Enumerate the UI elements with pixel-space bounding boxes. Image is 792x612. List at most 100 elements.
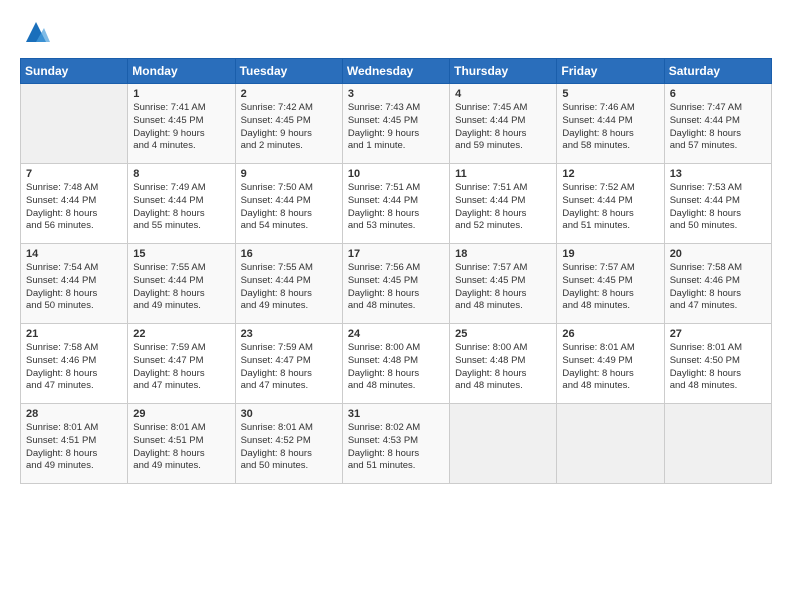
day-number: 17 (348, 248, 444, 260)
calendar-cell: 3 Sunrise: 7:43 AMSunset: 4:45 PMDaylight… (342, 84, 449, 164)
day-number: 22 (133, 328, 229, 340)
day-info: Sunrise: 7:56 AMSunset: 4:45 PMDaylight:… (348, 262, 444, 313)
day-number: 3 (348, 88, 444, 100)
calendar-cell: 1Sunrise: 7:41 AMSunset: 4:45 PMDaylight… (128, 84, 235, 164)
calendar-week-3: 14 Sunrise: 7:54 AMSunset: 4:44 PMDayligh… (21, 244, 772, 324)
day-info: Sunrise: 7:54 AMSunset: 4:44 PMDaylight:… (26, 262, 122, 313)
calendar-week-1: 1Sunrise: 7:41 AMSunset: 4:45 PMDaylight… (21, 84, 772, 164)
day-info: Sunrise: 8:01 AMSunset: 4:52 PMDaylight:… (241, 422, 337, 473)
col-header-thursday: Thursday (450, 59, 557, 84)
calendar-cell: 12 Sunrise: 7:52 AMSunset: 4:44 PMDayligh… (557, 164, 664, 244)
logo (20, 18, 50, 48)
col-header-friday: Friday (557, 59, 664, 84)
day-number: 15 (133, 248, 229, 260)
calendar-cell (664, 404, 771, 484)
day-info: Sunrise: 7:45 AMSunset: 4:44 PMDaylight:… (455, 102, 551, 153)
day-info: Sunrise: 8:01 AMSunset: 4:50 PMDaylight:… (670, 342, 766, 393)
calendar-cell: 6Sunrise: 7:47 AMSunset: 4:44 PMDaylight… (664, 84, 771, 164)
col-header-wednesday: Wednesday (342, 59, 449, 84)
day-info: Sunrise: 8:01 AMSunset: 4:49 PMDaylight:… (562, 342, 658, 393)
calendar-cell: 7 Sunrise: 7:48 AMSunset: 4:44 PMDaylight… (21, 164, 128, 244)
day-info: Sunrise: 7:49 AMSunset: 4:44 PMDaylight:… (133, 182, 229, 233)
calendar-cell: 9 Sunrise: 7:50 AMSunset: 4:44 PMDaylight… (235, 164, 342, 244)
day-number: 23 (241, 328, 337, 340)
day-number: 21 (26, 328, 122, 340)
day-number: 26 (562, 328, 658, 340)
day-info: Sunrise: 7:50 AMSunset: 4:44 PMDaylight:… (241, 182, 337, 233)
day-info: Sunrise: 7:53 AMSunset: 4:44 PMDaylight:… (670, 182, 766, 233)
calendar-cell: 10 Sunrise: 7:51 AMSunset: 4:44 PMDayligh… (342, 164, 449, 244)
day-number: 20 (670, 248, 766, 260)
day-info: Sunrise: 8:01 AMSunset: 4:51 PMDaylight:… (26, 422, 122, 473)
calendar-cell: 28 Sunrise: 8:01 AMSunset: 4:51 PMDayligh… (21, 404, 128, 484)
day-number: 16 (241, 248, 337, 260)
day-info: Sunrise: 7:58 AMSunset: 4:46 PMDaylight:… (26, 342, 122, 393)
page-header (20, 18, 772, 48)
day-number: 1 (133, 88, 229, 100)
day-number: 30 (241, 408, 337, 420)
col-header-tuesday: Tuesday (235, 59, 342, 84)
col-header-monday: Monday (128, 59, 235, 84)
day-number: 7 (26, 168, 122, 180)
day-number: 24 (348, 328, 444, 340)
calendar-week-4: 21 Sunrise: 7:58 AMSunset: 4:46 PMDayligh… (21, 324, 772, 404)
calendar-cell: 13Sunrise: 7:53 AMSunset: 4:44 PMDayligh… (664, 164, 771, 244)
day-number: 12 (562, 168, 658, 180)
calendar-cell: 8Sunrise: 7:49 AMSunset: 4:44 PMDaylight… (128, 164, 235, 244)
calendar-cell: 30 Sunrise: 8:01 AMSunset: 4:52 PMDayligh… (235, 404, 342, 484)
calendar-cell (21, 84, 128, 164)
calendar-header-row: SundayMondayTuesdayWednesdayThursdayFrid… (21, 59, 772, 84)
col-header-sunday: Sunday (21, 59, 128, 84)
day-number: 28 (26, 408, 122, 420)
day-info: Sunrise: 7:51 AMSunset: 4:44 PMDaylight:… (348, 182, 444, 233)
calendar-week-2: 7 Sunrise: 7:48 AMSunset: 4:44 PMDaylight… (21, 164, 772, 244)
day-info: Sunrise: 7:43 AMSunset: 4:45 PMDaylight:… (348, 102, 444, 153)
calendar-cell: 25 Sunrise: 8:00 AMSunset: 4:48 PMDayligh… (450, 324, 557, 404)
calendar-cell: 26 Sunrise: 8:01 AMSunset: 4:49 PMDayligh… (557, 324, 664, 404)
day-info: Sunrise: 8:01 AMSunset: 4:51 PMDaylight:… (133, 422, 229, 473)
day-info: Sunrise: 7:42 AMSunset: 4:45 PMDaylight:… (241, 102, 337, 153)
day-number: 4 (455, 88, 551, 100)
calendar-cell (450, 404, 557, 484)
calendar-cell: 18Sunrise: 7:57 AMSunset: 4:45 PMDayligh… (450, 244, 557, 324)
calendar-page: SundayMondayTuesdayWednesdayThursdayFrid… (0, 0, 792, 612)
calendar-table: SundayMondayTuesdayWednesdayThursdayFrid… (20, 58, 772, 484)
calendar-cell: 14 Sunrise: 7:54 AMSunset: 4:44 PMDayligh… (21, 244, 128, 324)
calendar-cell: 27 Sunrise: 8:01 AMSunset: 4:50 PMDayligh… (664, 324, 771, 404)
calendar-cell: 4 Sunrise: 7:45 AMSunset: 4:44 PMDaylight… (450, 84, 557, 164)
calendar-cell: 11Sunrise: 7:51 AMSunset: 4:44 PMDayligh… (450, 164, 557, 244)
day-number: 14 (26, 248, 122, 260)
day-info: Sunrise: 7:51 AMSunset: 4:44 PMDaylight:… (455, 182, 551, 233)
day-number: 10 (348, 168, 444, 180)
calendar-week-5: 28 Sunrise: 8:01 AMSunset: 4:51 PMDayligh… (21, 404, 772, 484)
day-info: Sunrise: 7:57 AMSunset: 4:45 PMDaylight:… (562, 262, 658, 313)
calendar-cell (557, 404, 664, 484)
calendar-cell: 16 Sunrise: 7:55 AMSunset: 4:44 PMDayligh… (235, 244, 342, 324)
day-info: Sunrise: 7:57 AMSunset: 4:45 PMDaylight:… (455, 262, 551, 313)
day-number: 29 (133, 408, 229, 420)
calendar-cell: 29 Sunrise: 8:01 AMSunset: 4:51 PMDayligh… (128, 404, 235, 484)
day-info: Sunrise: 7:48 AMSunset: 4:44 PMDaylight:… (26, 182, 122, 233)
day-info: Sunrise: 8:00 AMSunset: 4:48 PMDaylight:… (348, 342, 444, 393)
day-info: Sunrise: 8:00 AMSunset: 4:48 PMDaylight:… (455, 342, 551, 393)
logo-icon (22, 18, 50, 46)
calendar-cell: 24 Sunrise: 8:00 AMSunset: 4:48 PMDayligh… (342, 324, 449, 404)
calendar-cell: 19Sunrise: 7:57 AMSunset: 4:45 PMDayligh… (557, 244, 664, 324)
day-info: Sunrise: 7:46 AMSunset: 4:44 PMDaylight:… (562, 102, 658, 153)
day-info: Sunrise: 7:55 AMSunset: 4:44 PMDaylight:… (241, 262, 337, 313)
day-number: 5 (562, 88, 658, 100)
day-info: Sunrise: 7:52 AMSunset: 4:44 PMDaylight:… (562, 182, 658, 233)
day-info: Sunrise: 7:58 AMSunset: 4:46 PMDaylight:… (670, 262, 766, 313)
day-number: 27 (670, 328, 766, 340)
calendar-cell: 17 Sunrise: 7:56 AMSunset: 4:45 PMDayligh… (342, 244, 449, 324)
day-info: Sunrise: 7:59 AMSunset: 4:47 PMDaylight:… (133, 342, 229, 393)
day-number: 25 (455, 328, 551, 340)
day-number: 2 (241, 88, 337, 100)
calendar-cell: 15 Sunrise: 7:55 AMSunset: 4:44 PMDayligh… (128, 244, 235, 324)
day-number: 9 (241, 168, 337, 180)
day-info: Sunrise: 7:59 AMSunset: 4:47 PMDaylight:… (241, 342, 337, 393)
day-info: Sunrise: 7:55 AMSunset: 4:44 PMDaylight:… (133, 262, 229, 313)
day-number: 31 (348, 408, 444, 420)
calendar-cell: 2 Sunrise: 7:42 AMSunset: 4:45 PMDaylight… (235, 84, 342, 164)
calendar-cell: 5 Sunrise: 7:46 AMSunset: 4:44 PMDaylight… (557, 84, 664, 164)
